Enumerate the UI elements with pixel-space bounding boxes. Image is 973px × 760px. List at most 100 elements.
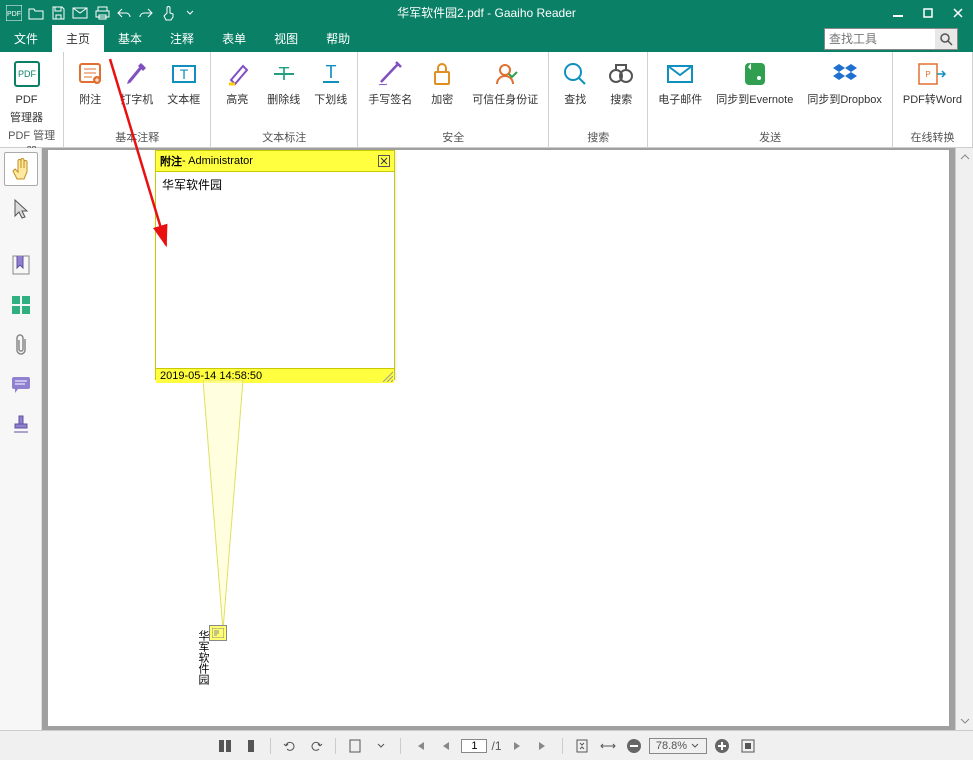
encrypt-button[interactable]: 加密 (420, 54, 464, 107)
close-button[interactable] (943, 0, 973, 25)
touch-mode-icon[interactable] (158, 3, 178, 23)
minimize-button[interactable] (883, 0, 913, 25)
zoom-out-button[interactable] (623, 736, 645, 756)
sticky-note-author: - Administrator (182, 155, 253, 167)
ribbon-button-label: 可信任身份证 (472, 94, 538, 107)
hand-tool[interactable] (4, 152, 38, 186)
divider (335, 738, 336, 754)
sticky-note-popup[interactable]: 附注 - Administrator 华军软件园 2019-05-14 14:5… (155, 150, 395, 380)
menu-home[interactable]: 主页 (52, 25, 104, 52)
qat-dropdown-icon[interactable] (180, 3, 200, 23)
sticky-note-header[interactable]: 附注 - Administrator (156, 151, 394, 172)
search-binoculars-icon (605, 58, 637, 90)
resize-handle-icon[interactable] (383, 372, 393, 382)
window-controls (883, 0, 973, 25)
undo-icon[interactable] (114, 3, 134, 23)
find-button[interactable]: 查找 (553, 54, 597, 107)
tool-search-input[interactable] (825, 32, 935, 46)
first-page-button[interactable] (409, 736, 431, 756)
maximize-button[interactable] (913, 0, 943, 25)
underline-button[interactable]: T下划线 (308, 54, 353, 107)
tool-search-button[interactable] (935, 29, 957, 49)
ribbon-button-label: 电子邮件 (658, 94, 702, 107)
ribbon-group-label: 基本注释 (68, 127, 206, 147)
ribbon-group-label: 文本标注 (215, 127, 353, 147)
ribbon-button-label: 同步到Evernote (716, 94, 793, 107)
last-page-button[interactable] (532, 736, 554, 756)
sticky-note-page-icon[interactable] (209, 625, 227, 641)
pdf-manager-icon: PDF (11, 58, 43, 90)
sticky-note-title: 附注 (160, 153, 182, 169)
redo-icon[interactable] (136, 3, 156, 23)
thumbnails-panel-button[interactable] (4, 288, 38, 322)
menu-view[interactable]: 视图 (260, 25, 312, 52)
mail-icon[interactable] (70, 3, 90, 23)
attachments-panel-button[interactable] (4, 328, 38, 362)
pdf-badge-icon[interactable]: PDF (4, 3, 24, 23)
menu-annotate[interactable]: 注释 (156, 25, 208, 52)
note-button[interactable]: 附注 (68, 54, 112, 107)
select-tool[interactable] (4, 192, 38, 226)
page-layout-dropdown-icon[interactable] (370, 736, 392, 756)
email-icon (664, 58, 696, 90)
ribbon-group: 高亮T删除线T下划线文本标注 (211, 52, 358, 147)
textbox-button[interactable]: T文本框 (161, 54, 206, 107)
svg-text:T: T (180, 66, 189, 82)
evernote-button[interactable]: 同步到Evernote (710, 54, 799, 107)
page-total-label: /1 (491, 739, 501, 753)
pdf-to-word-button[interactable]: PPDF转Word (897, 54, 968, 107)
svg-text:PDF: PDF (18, 69, 37, 79)
print-icon[interactable] (92, 3, 112, 23)
menu-file[interactable]: 文件 (0, 25, 52, 52)
signature-button[interactable]: 手写签名 (362, 54, 418, 107)
textbox-icon: T (168, 58, 200, 90)
layout-single-icon[interactable] (240, 736, 262, 756)
fit-width-icon[interactable] (597, 736, 619, 756)
prev-page-button[interactable] (435, 736, 457, 756)
ribbon-button-label: PDF (16, 94, 38, 107)
window-title: 华军软件园2.pdf - Gaaiho Reader (397, 4, 576, 21)
dropbox-button[interactable]: 同步到Dropbox (801, 54, 888, 107)
next-page-button[interactable] (506, 736, 528, 756)
ribbon-group-label: 发送 (652, 127, 888, 147)
bookmark-panel-button[interactable] (4, 248, 38, 282)
open-icon[interactable] (26, 3, 46, 23)
menu-forms[interactable]: 表单 (208, 25, 260, 52)
stamp-tool[interactable] (4, 408, 38, 442)
sticky-note-close-button[interactable] (378, 155, 390, 167)
highlight-button[interactable]: 高亮 (215, 54, 259, 107)
layout-continuous-icon[interactable] (214, 736, 236, 756)
highlight-icon (221, 58, 253, 90)
pdf-manager-button[interactable]: PDF PDF 管理器 (4, 54, 49, 125)
dropbox-icon (829, 58, 861, 90)
menu-basic[interactable]: 基本 (104, 25, 156, 52)
fullscreen-icon[interactable] (737, 736, 759, 756)
ribbon-group: 手写签名加密可信任身份证安全 (358, 52, 549, 147)
divider (562, 738, 563, 754)
strikethrough-button[interactable]: T删除线 (261, 54, 306, 107)
save-icon[interactable] (48, 3, 68, 23)
ribbon-group: 电子邮件 同步到Evernote 同步到Dropbox 发送 (648, 52, 893, 147)
zoom-in-button[interactable] (711, 736, 733, 756)
rotate-ccw-icon[interactable] (279, 736, 301, 756)
email-button[interactable]: 电子邮件 (652, 54, 708, 107)
trusted-id-button[interactable]: 可信任身份证 (466, 54, 544, 107)
page-number-input[interactable] (461, 739, 487, 753)
search-binoculars-button[interactable]: 搜索 (599, 54, 643, 107)
divider (270, 738, 271, 754)
page-layout-icon[interactable] (344, 736, 366, 756)
menu-help[interactable]: 帮助 (312, 25, 364, 52)
rotate-cw-icon[interactable] (305, 736, 327, 756)
fit-page-icon[interactable] (571, 736, 593, 756)
close-icon (380, 157, 388, 165)
encrypt-icon (426, 58, 458, 90)
comments-panel-button[interactable] (4, 368, 38, 402)
ribbon-group: PDF PDF 管理器PDF 管理器 (0, 52, 64, 147)
typewriter-button[interactable]: 打字机 (114, 54, 159, 107)
sticky-note-body[interactable]: 华军软件园 (156, 172, 394, 368)
ribbon-button-sublabel: 管理器 (10, 109, 43, 125)
vertical-scrollbar[interactable] (955, 148, 973, 730)
zoom-level-field[interactable]: 78.8% (649, 738, 707, 754)
menubar: 文件 主页 基本 注释 表单 视图 帮助 (0, 25, 973, 52)
signature-icon (374, 58, 406, 90)
